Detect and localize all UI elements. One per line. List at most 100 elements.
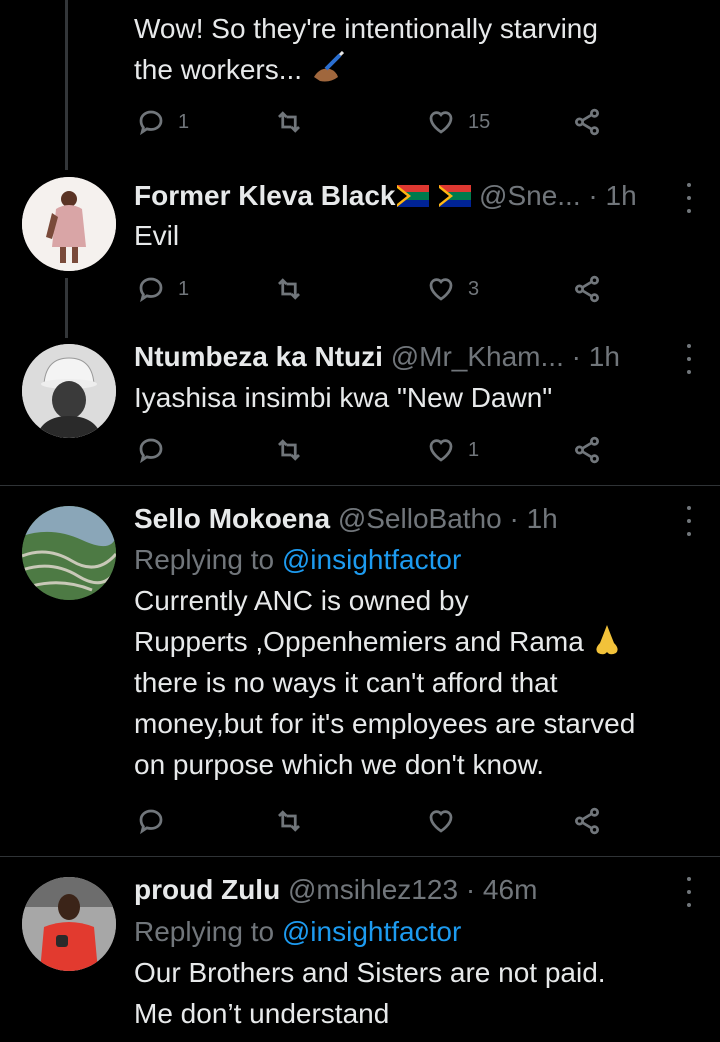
separator-dot: · <box>571 341 581 372</box>
display-name[interactable]: Ntumbeza ka Ntuzi <box>134 341 383 372</box>
tweet-text-line: there is no ways it can't afford that <box>134 667 558 698</box>
share-button[interactable] <box>572 272 602 306</box>
avatar[interactable] <box>22 344 116 438</box>
avatar[interactable] <box>22 506 116 600</box>
tweet-body: Replying to @insightfactor Our Brothers … <box>134 911 704 1034</box>
share-button[interactable] <box>572 433 602 467</box>
writing-hand-emoji <box>313 51 344 82</box>
display-name[interactable]: proud Zulu <box>134 874 280 905</box>
reply-button[interactable] <box>136 433 166 467</box>
tweet-header: Ntumbeza ka Ntuzi @Mr_Kham... · 1h <box>134 340 660 374</box>
retweet-button[interactable] <box>274 433 304 467</box>
tweet-text-line: money,but for it's employees are starved <box>134 708 636 739</box>
heart-icon <box>429 111 453 134</box>
share-button[interactable] <box>572 804 602 838</box>
tweet-body: Replying to @insightfactor Currently ANC… <box>134 539 704 785</box>
reply-button[interactable]: 1 <box>136 272 189 306</box>
user-handle[interactable]: @msihlez123 <box>288 874 458 905</box>
nose-emoji <box>595 625 618 655</box>
share-icon <box>575 807 599 835</box>
separator-dot: · <box>465 874 476 905</box>
tweet-actions: 1 3 <box>134 272 614 306</box>
more-options-button[interactable] <box>682 183 696 213</box>
reply-icon <box>139 809 163 835</box>
tweet[interactable]: Wow! So they're intentionally starving t… <box>0 0 720 160</box>
avatar[interactable] <box>22 877 116 971</box>
tweet[interactable]: Sello Mokoena @SelloBatho · 1h Replying … <box>0 502 720 852</box>
replying-to: Replying to @insightfactor <box>134 539 704 580</box>
timestamp[interactable]: 1h <box>606 180 637 211</box>
tweet-text-line: Currently ANC is owned by <box>134 585 469 616</box>
more-options-button[interactable] <box>682 877 696 907</box>
heart-icon <box>429 810 453 833</box>
tweet[interactable]: Ntumbeza ka Ntuzi @Mr_Kham... · 1h Iyash… <box>0 340 720 480</box>
display-name[interactable]: Former Kleva Black <box>134 180 395 211</box>
more-icon <box>687 344 691 348</box>
tweet-actions <box>134 804 614 838</box>
like-button[interactable]: 1 <box>426 433 479 467</box>
heart-icon <box>429 278 453 301</box>
like-button[interactable]: 15 <box>426 105 490 139</box>
tweet-actions: 1 15 <box>134 105 614 139</box>
tweet-header: proud Zulu @msihlez123 · 46m <box>134 873 660 907</box>
user-handle[interactable]: @Mr_Kham... <box>391 341 564 372</box>
retweet-icon <box>278 111 300 133</box>
reply-button[interactable] <box>136 804 166 838</box>
tweet[interactable]: proud Zulu @msihlez123 · 46m Replying to… <box>0 873 720 1042</box>
retweet-icon <box>278 439 300 461</box>
tweet-text: Iyashisa insimbi kwa "New Dawn" <box>134 382 553 413</box>
like-count: 1 <box>468 438 480 461</box>
retweet-button[interactable] <box>274 105 304 139</box>
replying-to-label: Replying to <box>134 916 275 947</box>
tweet-header: Sello Mokoena @SelloBatho · 1h <box>134 502 660 536</box>
timestamp[interactable]: 46m <box>483 874 537 905</box>
reply-icon <box>139 438 163 464</box>
avatar-image <box>22 344 116 438</box>
heart-icon <box>429 439 453 462</box>
divider <box>0 485 720 486</box>
retweet-icon <box>278 278 300 300</box>
tweet-text-line: Wow! So they're intentionally starving <box>134 13 598 44</box>
tweet[interactable]: Former Kleva Black @Sne... · 1h Evil 1 3 <box>0 177 720 327</box>
timestamp[interactable]: 1h <box>527 503 558 534</box>
replying-to-link[interactable]: @insightfactor <box>282 544 461 575</box>
replying-to-label: Replying to <box>134 544 275 575</box>
reply-button[interactable]: 1 <box>136 105 189 139</box>
tweet-text-line: Rupperts ,Oppenhemiers and Rama <box>134 621 704 662</box>
user-handle[interactable]: @SelloBatho <box>338 503 502 534</box>
avatar-image <box>22 877 116 971</box>
user-handle[interactable]: @Sne... <box>479 180 581 211</box>
timestamp[interactable]: 1h <box>589 341 620 372</box>
tweet-text-line: Our Brothers and Sisters are not paid. <box>134 957 606 988</box>
reply-count: 1 <box>178 277 190 300</box>
like-count: 3 <box>468 277 480 300</box>
more-options-button[interactable] <box>682 506 696 536</box>
avatar-image <box>22 177 116 271</box>
reply-icon <box>139 277 163 303</box>
like-count: 15 <box>468 110 491 133</box>
display-name[interactable]: Sello Mokoena <box>134 503 330 534</box>
like-button[interactable]: 3 <box>426 272 479 306</box>
tweet-text: Wow! So they're intentionally starving t… <box>134 8 704 90</box>
share-button[interactable] <box>572 105 602 139</box>
retweet-button[interactable] <box>274 804 304 838</box>
share-icon <box>575 275 599 303</box>
avatar-image <box>22 506 116 600</box>
more-icon <box>687 183 691 187</box>
tweet-text-line: Me don’t understand <box>134 998 390 1029</box>
more-icon <box>687 877 691 881</box>
share-icon <box>575 436 599 464</box>
separator-dot: · <box>509 503 519 534</box>
retweet-button[interactable] <box>274 272 304 306</box>
tweet-actions: 1 <box>134 433 614 467</box>
like-button[interactable] <box>426 804 456 838</box>
replying-to-link[interactable]: @insightfactor <box>282 916 461 947</box>
replying-to: Replying to @insightfactor <box>134 911 704 952</box>
tweet-text: Evil <box>134 220 180 251</box>
more-icon <box>687 506 691 510</box>
share-icon <box>575 108 599 136</box>
avatar[interactable] <box>22 177 116 271</box>
retweet-icon <box>278 810 300 832</box>
tweet-header: Former Kleva Black @Sne... · 1h <box>134 179 660 213</box>
more-options-button[interactable] <box>682 344 696 374</box>
